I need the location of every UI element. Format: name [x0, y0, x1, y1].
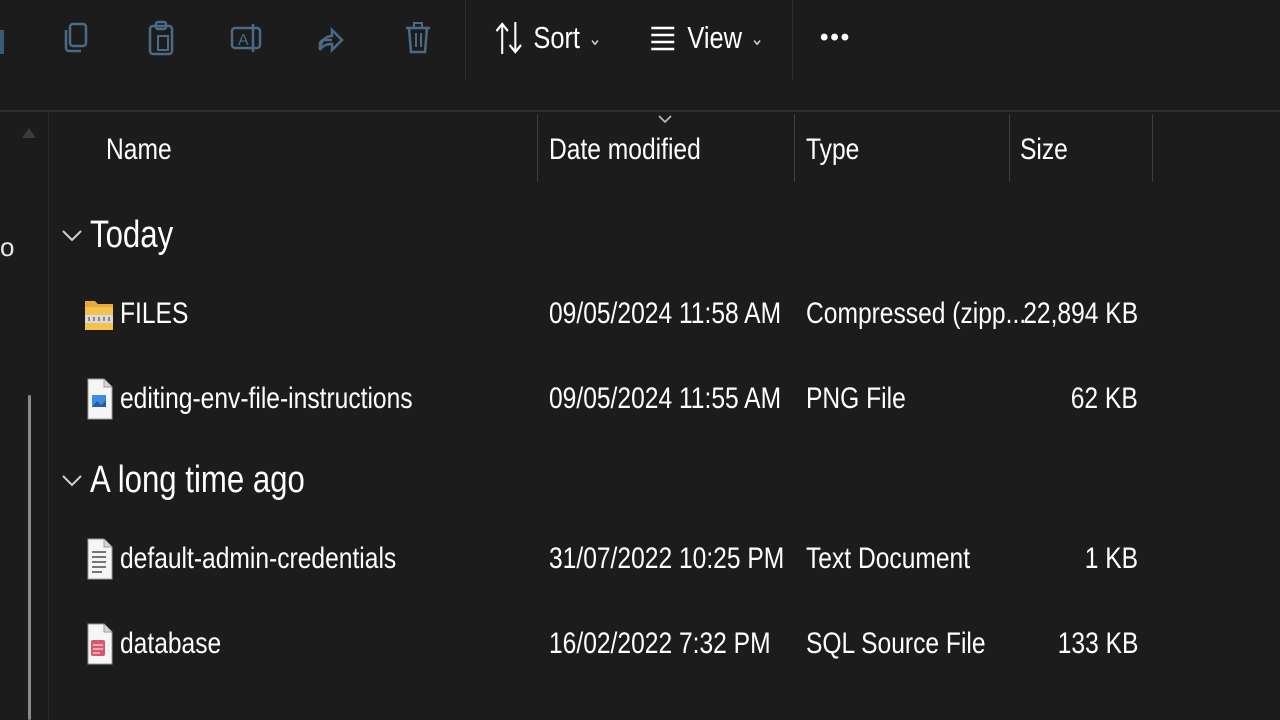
file-type: Text Document: [806, 542, 971, 575]
chevron-down-icon: [62, 475, 82, 487]
file-row[interactable]: editing-env-file-instructions 09/05/2024…: [50, 370, 1280, 430]
svg-text:A: A: [238, 32, 249, 49]
chevron-down-icon: ⌄: [588, 27, 602, 50]
command-bar: A Sort ⌄ View ⌄ •••: [0, 0, 1280, 112]
view-label: View: [687, 20, 743, 55]
paste-icon[interactable]: [135, 12, 187, 64]
file-date: 09/05/2024 11:58 AM: [549, 297, 782, 330]
file-date: 16/02/2022 7:32 PM: [549, 627, 771, 660]
file-date: 31/07/2022 10:25 PM: [549, 542, 785, 575]
file-size: 1 KB: [1084, 542, 1138, 575]
delete-icon[interactable]: [392, 12, 444, 64]
text-file-icon: [87, 538, 113, 580]
nav-item-fragment[interactable]: o: [0, 232, 14, 263]
file-name: FILES: [120, 297, 189, 330]
copy-icon[interactable]: [50, 12, 102, 64]
rename-icon[interactable]: A: [220, 12, 272, 64]
file-row[interactable]: FILES 09/05/2024 11:58 AM Compressed (zi…: [50, 285, 1280, 345]
toolbar-separator: [465, 0, 466, 80]
cut-icon-fragment: [0, 30, 4, 54]
scroll-up-arrow-icon[interactable]: [22, 128, 36, 138]
column-divider[interactable]: [537, 114, 538, 182]
file-name: default-admin-credentials: [120, 542, 397, 575]
file-size: 22,894 KB: [1023, 297, 1138, 330]
column-header-size[interactable]: Size: [1020, 133, 1068, 167]
toolbar-separator: [792, 0, 793, 80]
column-header-name[interactable]: Name: [106, 133, 172, 167]
sort-icon: [495, 22, 522, 54]
more-options-button[interactable]: •••: [820, 14, 851, 62]
image-file-icon: [87, 378, 113, 420]
file-type: PNG File: [806, 382, 906, 415]
file-name: database: [120, 627, 222, 660]
sort-button[interactable]: Sort ⌄: [494, 14, 602, 62]
nav-scrollbar[interactable]: [28, 395, 31, 720]
zip-folder-icon: [85, 301, 113, 330]
sort-label: Sort: [533, 20, 580, 55]
navigation-pane: [0, 112, 49, 720]
file-row[interactable]: default-admin-credentials 31/07/2022 10:…: [50, 530, 1280, 590]
file-size: 133 KB: [1057, 627, 1138, 660]
chevron-down-icon: [62, 230, 82, 242]
column-header-date-modified[interactable]: Date modified: [549, 133, 701, 167]
file-date: 09/05/2024 11:55 AM: [549, 382, 782, 415]
column-divider[interactable]: [1009, 114, 1010, 182]
view-button[interactable]: View ⌄: [648, 14, 764, 62]
chevron-down-icon: ⌄: [750, 27, 764, 50]
file-name: editing-env-file-instructions: [120, 382, 413, 415]
group-header-today[interactable]: Today: [60, 210, 191, 260]
group-header-a-long-time-ago[interactable]: A long time ago: [60, 455, 352, 505]
group-title: A long time ago: [90, 458, 305, 501]
column-divider[interactable]: [1152, 114, 1153, 182]
file-type: SQL Source File: [806, 627, 986, 660]
sql-file-icon: [87, 623, 113, 665]
column-divider[interactable]: [794, 114, 795, 182]
share-icon[interactable]: [306, 12, 358, 64]
more-icon: •••: [820, 24, 852, 51]
column-header-type[interactable]: Type: [806, 133, 859, 167]
file-row[interactable]: database 16/02/2022 7:32 PM SQL Source F…: [50, 615, 1280, 675]
sort-descending-icon: [658, 115, 672, 124]
view-icon: [651, 26, 675, 51]
file-type: Compressed (zipp...: [806, 297, 1027, 330]
group-title: Today: [90, 213, 174, 256]
file-size: 62 KB: [1070, 382, 1138, 415]
